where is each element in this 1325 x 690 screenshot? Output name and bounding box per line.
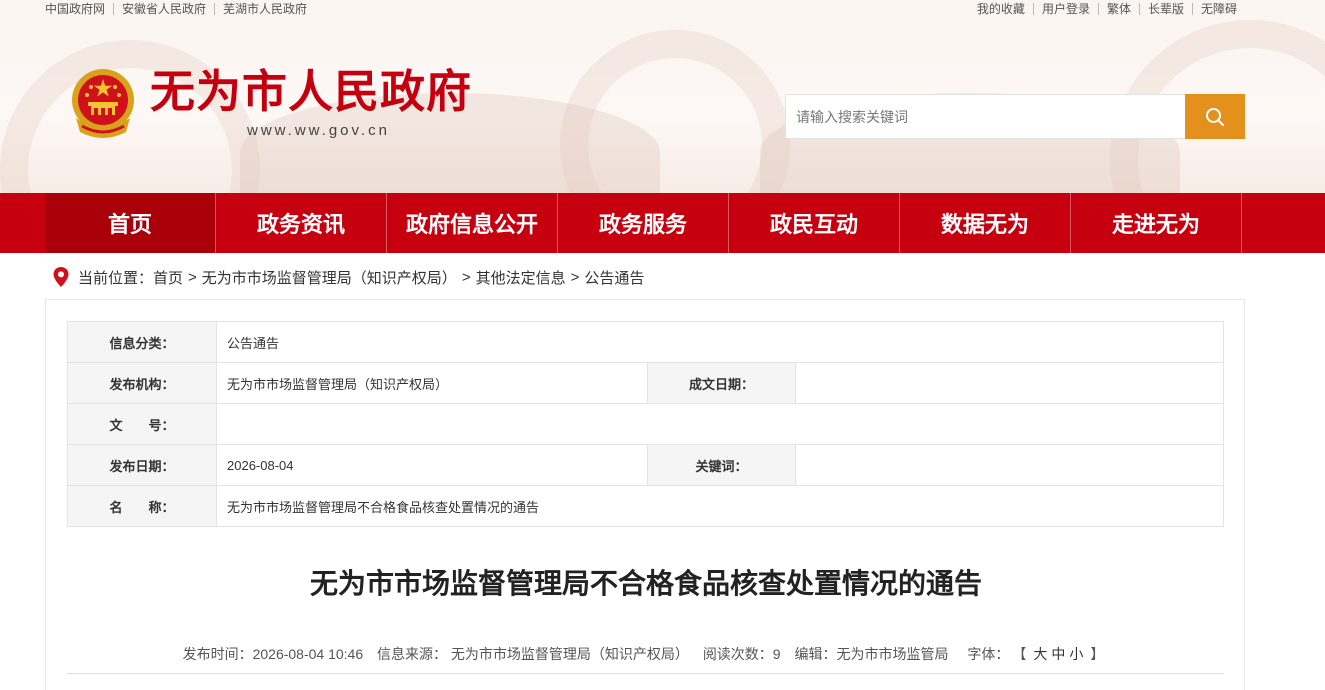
breadcrumb-section[interactable]: 其他法定信息 bbox=[476, 267, 566, 288]
category-label: 信息分类： bbox=[67, 321, 217, 363]
breadcrumb: 当前位置： 首页 > 无为市市场监督管理局（知识产权局） > 其他法定信息 > … bbox=[52, 266, 644, 288]
publisher-label: 发布机构： bbox=[67, 362, 217, 404]
content-panel: 信息分类： 公告通告 发布机构： 无为市市场监督管理局（知识产权局） 成文日期：… bbox=[45, 299, 1245, 690]
publish-date-value: 2026-08-04 bbox=[216, 444, 648, 486]
national-emblem-icon bbox=[72, 69, 134, 138]
written-date-label: 成文日期： bbox=[647, 362, 796, 404]
site-title: 无为市人民政府 bbox=[150, 65, 473, 118]
written-date-value bbox=[795, 362, 1224, 404]
top-links-left: 中国政府网 安徽省人民政府 芜湖市人民政府 bbox=[45, 3, 315, 15]
font-size-label: 字体： bbox=[967, 646, 1010, 662]
info-metadata-table: 信息分类： 公告通告 发布机构： 无为市市场监督管理局（知识产权局） 成文日期：… bbox=[67, 321, 1224, 527]
nav-item-interaction[interactable]: 政民互动 bbox=[729, 193, 900, 253]
table-row: 名 称： 无为市市场监督管理局不合格食品核查处置情况的通告 bbox=[67, 485, 1224, 527]
category-value: 公告通告 bbox=[216, 321, 1224, 363]
publish-time: 发布时间：2026-08-04 10:46 bbox=[182, 646, 364, 662]
font-size-medium-button[interactable]: 中 bbox=[1051, 646, 1065, 662]
breadcrumb-separator: > bbox=[188, 268, 197, 286]
keywords-value bbox=[795, 444, 1224, 486]
keywords-label: 关键词： bbox=[647, 444, 796, 486]
font-size-controls: 字体： 【大中小】 bbox=[962, 646, 1109, 662]
link-accessibility[interactable]: 无障碍 bbox=[1191, 3, 1245, 15]
doc-number-value bbox=[216, 403, 1224, 445]
breadcrumb-label: 当前位置： bbox=[78, 269, 154, 287]
font-size-bracket-close: 】 bbox=[1090, 646, 1105, 662]
font-size-large-button[interactable]: 大 bbox=[1033, 646, 1047, 662]
search-icon bbox=[1206, 107, 1224, 126]
doc-number-label: 文 号： bbox=[67, 403, 217, 445]
link-wuhu-gov[interactable]: 芜湖市人民政府 bbox=[214, 3, 315, 15]
breadcrumb-department[interactable]: 无为市市场监督管理局（知识产权局） bbox=[202, 267, 457, 288]
nav-item-news[interactable]: 政务资讯 bbox=[216, 193, 387, 253]
top-links-bar: 中国政府网 安徽省人民政府 芜湖市人民政府 我的收藏 用户登录 繁体 长辈版 无… bbox=[45, 0, 1245, 20]
view-count: 阅读次数：9 bbox=[702, 646, 781, 662]
nav-item-data[interactable]: 数据无为 bbox=[900, 193, 1071, 253]
breadcrumb-home[interactable]: 首页 bbox=[153, 267, 183, 288]
table-row: 文 号： bbox=[67, 403, 1224, 445]
link-china-gov[interactable]: 中国政府网 bbox=[45, 3, 113, 15]
search-button[interactable] bbox=[1185, 94, 1245, 139]
link-login[interactable]: 用户登录 bbox=[1032, 3, 1098, 15]
font-size-small-button[interactable]: 小 bbox=[1069, 646, 1083, 662]
link-favorites[interactable]: 我的收藏 bbox=[969, 3, 1033, 15]
article-info-bar: 发布时间：2026-08-04 10:46 信息来源： 无为市市场监督管理局（知… bbox=[46, 644, 1246, 664]
main-nav: 首页 政务资讯 政府信息公开 政务服务 政民互动 数据无为 走进无为 bbox=[0, 193, 1325, 253]
article-divider bbox=[67, 673, 1224, 674]
nav-item-home[interactable]: 首页 bbox=[45, 193, 216, 253]
article-title: 无为市市场监督管理局不合格食品核查处置情况的通告 bbox=[309, 568, 982, 599]
link-traditional[interactable]: 繁体 bbox=[1097, 3, 1139, 15]
nav-item-about[interactable]: 走进无为 bbox=[1071, 193, 1242, 253]
table-row: 信息分类： 公告通告 bbox=[67, 321, 1224, 363]
link-elderly-mode[interactable]: 长辈版 bbox=[1138, 3, 1192, 15]
breadcrumb-separator: > bbox=[570, 268, 580, 286]
top-links-right: 我的收藏 用户登录 繁体 长辈版 无障碍 bbox=[969, 3, 1245, 15]
breadcrumb-current[interactable]: 公告通告 bbox=[584, 267, 644, 288]
breadcrumb-separator: > bbox=[461, 268, 471, 286]
font-size-bracket-open: 【 bbox=[1019, 646, 1027, 662]
name-value: 无为市市场监督管理局不合格食品核查处置情况的通告 bbox=[216, 485, 1224, 527]
publisher-value: 无为市市场监督管理局（知识产权局） bbox=[216, 362, 648, 404]
location-pin-icon bbox=[53, 267, 69, 287]
publish-date-label: 发布日期： bbox=[67, 444, 217, 486]
search-input[interactable] bbox=[785, 94, 1185, 139]
site-url: www.ww.gov.cn bbox=[247, 122, 390, 139]
name-label: 名 称： bbox=[67, 485, 217, 527]
table-row: 发布机构： 无为市市场监督管理局（知识产权局） 成文日期： bbox=[67, 362, 1224, 404]
editor: 编辑：无为市市场监管局 bbox=[794, 646, 949, 662]
search-bar bbox=[785, 94, 1245, 139]
link-anhui-gov[interactable]: 安徽省人民政府 bbox=[113, 3, 214, 15]
nav-item-info-disclosure[interactable]: 政府信息公开 bbox=[387, 193, 558, 253]
table-row: 发布日期： 2026-08-04 关键词： bbox=[67, 444, 1224, 486]
info-source: 信息来源： 无为市市场监督管理局（知识产权局） bbox=[377, 646, 689, 662]
nav-item-services[interactable]: 政务服务 bbox=[558, 193, 729, 253]
